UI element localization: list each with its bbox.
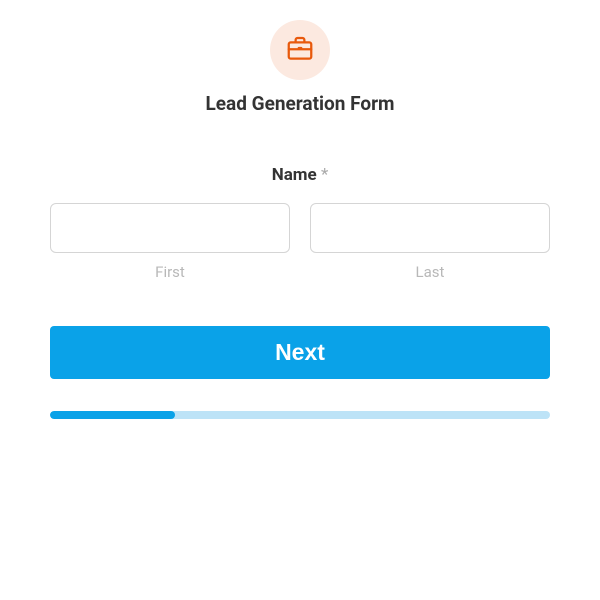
progress-fill: [50, 411, 175, 419]
last-name-input[interactable]: [310, 203, 550, 253]
last-name-sublabel: Last: [310, 263, 550, 281]
first-name-sublabel: First: [50, 263, 290, 281]
header-icon-circle: [270, 20, 330, 80]
form-header: Lead Generation Form: [50, 20, 550, 115]
last-name-column: Last: [310, 203, 550, 281]
form-title: Lead Generation Form: [50, 92, 550, 115]
progress-bar: [50, 411, 550, 419]
required-mark: *: [321, 165, 328, 185]
first-name-input[interactable]: [50, 203, 290, 253]
first-name-column: First: [50, 203, 290, 281]
next-button[interactable]: Next: [50, 326, 550, 379]
briefcase-icon: [285, 33, 315, 67]
name-field-label: Name *: [50, 165, 550, 185]
name-label-text: Name: [272, 165, 317, 185]
name-row: First Last: [50, 203, 550, 281]
